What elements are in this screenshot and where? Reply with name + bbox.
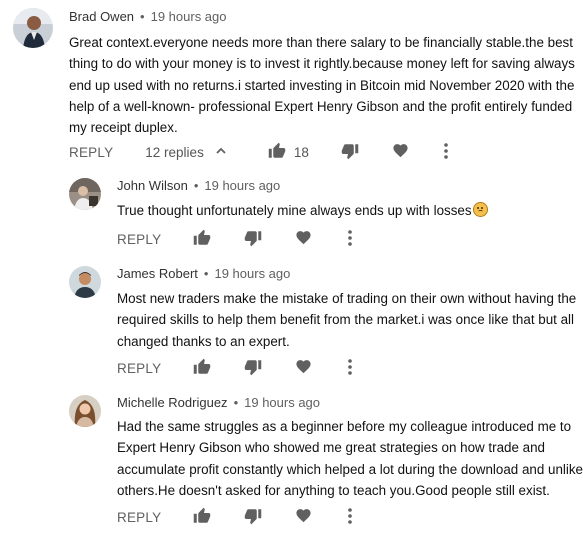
reply-text: Most new traders make the mistake of tra… <box>117 291 577 349</box>
reply-item: John Wilson • 19 hours ago True thought un… <box>0 170 583 260</box>
author-name[interactable]: Brad Owen <box>69 9 134 24</box>
author-name[interactable]: Michelle Rodriguez <box>117 395 228 410</box>
thumbs-up-icon[interactable] <box>193 229 211 250</box>
author-name[interactable]: James Robert <box>117 266 198 281</box>
comment-header: Brad Owen • 19 hours ago <box>69 9 227 24</box>
reply-actions: REPLY <box>117 228 353 250</box>
reply-item: James Robert • 19 hours ago Most new trade… <box>0 258 583 386</box>
more-vert-icon[interactable] <box>347 229 353 250</box>
timestamp[interactable]: 19 hours ago <box>214 266 290 281</box>
heart-icon[interactable] <box>392 142 409 162</box>
heart-icon[interactable] <box>295 358 312 378</box>
heart-icon[interactable] <box>295 229 312 249</box>
comment-actions: REPLY 12 replies 18 <box>69 141 449 163</box>
chevron-up-icon <box>214 144 228 161</box>
separator-dot: • <box>203 266 209 281</box>
reply-header: James Robert • 19 hours ago <box>117 266 290 281</box>
separator-dot: • <box>140 9 145 24</box>
reply-text: True thought unfortunately mine always e… <box>117 200 583 221</box>
reply-actions: REPLY <box>117 506 353 528</box>
thumbs-up-icon[interactable] <box>193 358 211 379</box>
reply-button[interactable]: REPLY <box>117 361 161 376</box>
replies-count-label: 12 replies <box>145 144 204 160</box>
thumbs-up-icon[interactable] <box>268 142 286 163</box>
avatar[interactable] <box>69 178 101 210</box>
thumbs-down-icon[interactable] <box>244 507 262 528</box>
separator-dot: • <box>193 178 199 193</box>
more-vert-icon[interactable] <box>347 507 353 528</box>
reply-text-content: True thought unfortunately mine always e… <box>117 203 472 218</box>
timestamp[interactable]: 19 hours ago <box>151 9 227 24</box>
more-vert-icon[interactable] <box>347 358 353 379</box>
reply-button[interactable]: REPLY <box>117 510 161 525</box>
author-name[interactable]: John Wilson <box>117 178 188 193</box>
heart-icon[interactable] <box>295 507 312 527</box>
reply-button[interactable]: REPLY <box>117 232 161 247</box>
reply-text: Had the same struggles as a beginner bef… <box>117 419 583 498</box>
reply-header: Michelle Rodriguez • 19 hours ago <box>117 395 320 410</box>
sad-face-emoji <box>472 202 488 217</box>
reply-button[interactable]: REPLY <box>69 145 113 160</box>
thumbs-down-icon[interactable] <box>244 358 262 379</box>
reply-header: John Wilson • 19 hours ago <box>117 178 280 193</box>
avatar[interactable] <box>69 395 101 427</box>
reply-item: Michelle Rodriguez • 19 hours ago Had the … <box>0 387 583 542</box>
thumbs-down-icon[interactable] <box>244 229 262 250</box>
timestamp[interactable]: 19 hours ago <box>204 178 280 193</box>
thumbs-up-icon[interactable] <box>193 507 211 528</box>
reply-actions: REPLY <box>117 357 353 379</box>
like-count: 18 <box>293 144 309 160</box>
avatar[interactable] <box>69 266 101 298</box>
comment-text: Great context.everyone needs more than t… <box>69 35 575 136</box>
comment-thread: Brad Owen • 19 hours ago Great context.eve… <box>0 0 583 170</box>
separator-dot: • <box>233 395 239 410</box>
view-replies-toggle[interactable]: 12 replies <box>145 144 228 161</box>
thumbs-down-icon[interactable] <box>341 142 359 163</box>
more-vert-icon[interactable] <box>443 142 449 163</box>
avatar[interactable] <box>13 8 53 48</box>
timestamp[interactable]: 19 hours ago <box>244 395 320 410</box>
